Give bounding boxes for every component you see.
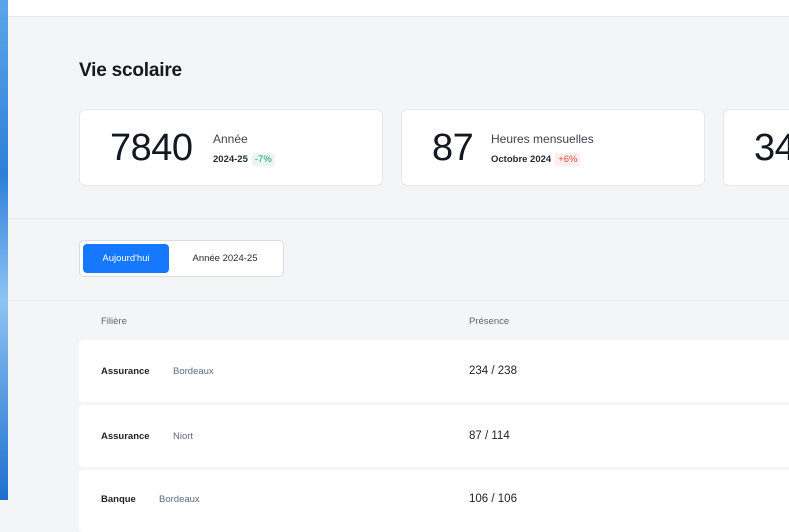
table-row[interactable]: Assurance Bordeaux 234 / 238	[79, 340, 789, 402]
toggle-today[interactable]: Aujourd'hui	[83, 244, 169, 273]
stat-value: 87	[432, 127, 474, 169]
stat-period: 2024-25	[213, 154, 248, 165]
toggle-year[interactable]: Année 2024-25	[172, 244, 278, 273]
row-presence: 234 / 238	[469, 365, 517, 377]
row-filiere: Assurance	[101, 431, 150, 442]
stat-value: 34	[754, 127, 789, 169]
stat-delta-badge: +6%	[555, 153, 581, 166]
row-filiere: Assurance	[101, 366, 150, 377]
table-row[interactable]: Banque Bordeaux 106 / 106	[79, 470, 789, 532]
stat-card-3: 34	[723, 109, 789, 186]
background-edge	[0, 0, 8, 500]
column-header-filiere: Filière	[101, 316, 127, 327]
page-title: Vie scolaire	[79, 60, 182, 81]
row-ville: Bordeaux	[173, 366, 214, 377]
period-toggle: Aujourd'hui Année 2024-25	[79, 240, 284, 277]
stat-label: Année	[213, 132, 248, 146]
stat-value: 7840	[110, 127, 193, 169]
stat-meta: 2024-25 -7%	[213, 153, 275, 166]
stat-card-annee: 7840 Année 2024-25 -7%	[79, 109, 383, 186]
column-header-presence: Présence	[469, 316, 510, 327]
table-row[interactable]: Assurance Niort 87 / 114	[79, 405, 789, 467]
stat-period: Octobre 2024	[491, 154, 552, 165]
stat-label: Heures mensuelles	[491, 132, 594, 146]
row-ville: Niort	[173, 431, 194, 442]
divider	[8, 300, 789, 301]
divider	[8, 218, 789, 219]
row-presence: 87 / 114	[469, 430, 510, 442]
stat-card-heures: 87 Heures mensuelles Octobre 2024 +6%	[401, 109, 705, 186]
stat-meta: Octobre 2024 +6%	[491, 153, 581, 166]
row-presence: 106 / 106	[469, 493, 517, 505]
top-bar	[8, 0, 789, 17]
stat-delta-badge: -7%	[251, 153, 275, 166]
